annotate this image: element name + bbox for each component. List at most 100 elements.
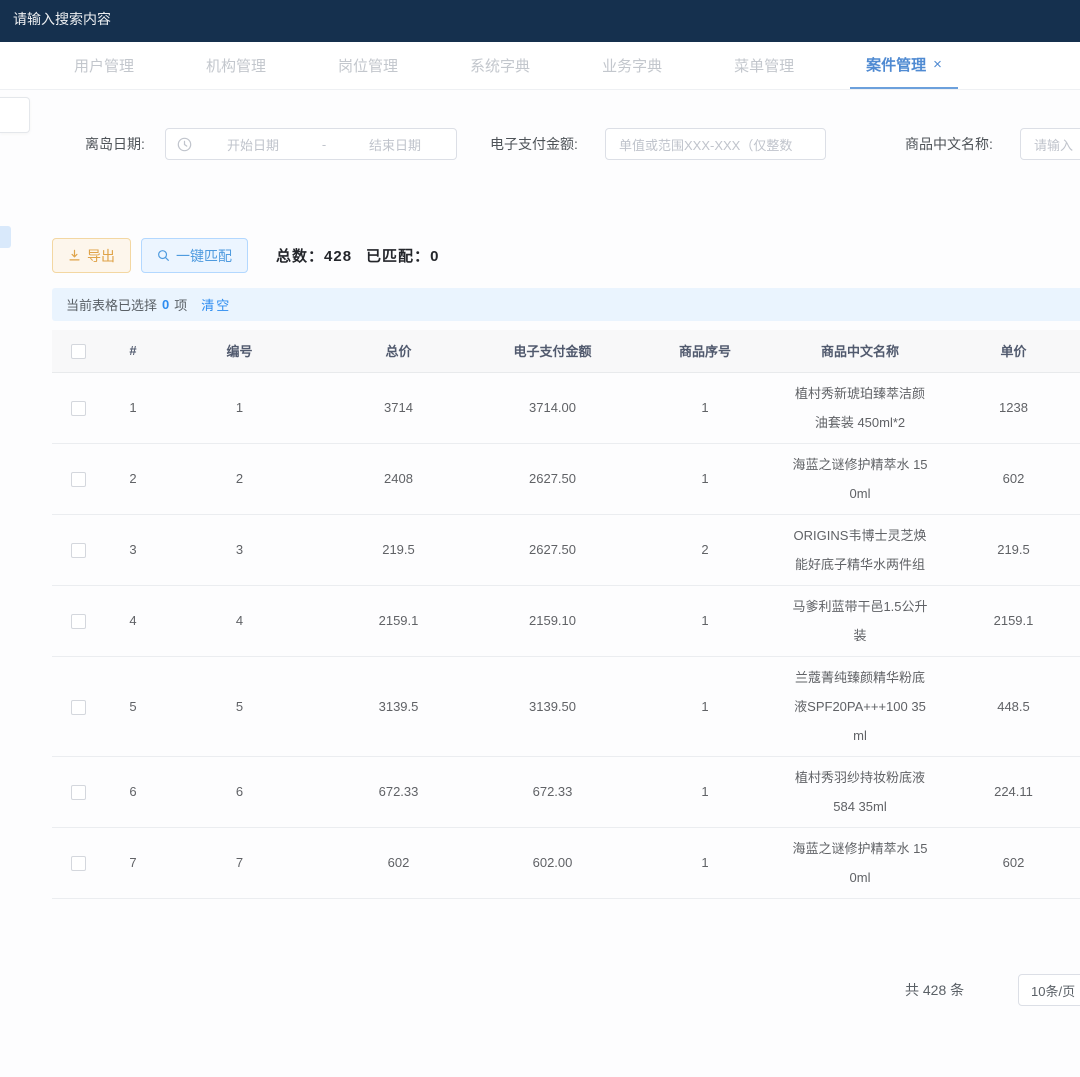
cell-unit: 2159.1 — [935, 585, 1080, 656]
column-header-6: 商品中文名称 — [785, 330, 935, 372]
tab-4[interactable]: 系统字典 — [454, 42, 546, 89]
export-button-label: 导出 — [87, 246, 115, 266]
tab-6[interactable]: 菜单管理 — [718, 42, 810, 89]
cell-index: 5 — [104, 656, 162, 756]
page-size-select[interactable]: 10条/页 — [1018, 974, 1080, 1006]
cell-name: 海蓝之谜修护精萃水 150ml — [785, 827, 935, 898]
cell-total: 2159.1 — [317, 585, 480, 656]
cell-code: 6 — [162, 756, 317, 827]
table-row: 33219.52627.502ORIGINS韦博士灵芝焕能好底子精华水两件组21… — [52, 514, 1080, 585]
cell-code: 4 — [162, 585, 317, 656]
column-header-5: 商品序号 — [625, 330, 785, 372]
cell-unit: 219.5 — [935, 514, 1080, 585]
filter-row: 离岛日期: 开始日期 - 结束日期 电子支付金额: 单值或范围XXX-XXX（仅… — [0, 127, 1080, 161]
start-date-placeholder[interactable]: 开始日期 — [192, 135, 314, 154]
tab-5[interactable]: 业务字典 — [586, 42, 678, 89]
tab-close-icon[interactable]: × — [933, 56, 942, 73]
cell-code: 8 — [162, 898, 317, 905]
table-row: 442159.12159.101马爹利蓝带干邑1.5公升装2159.1 — [52, 585, 1080, 656]
tab-label: 案件管理 — [866, 54, 926, 75]
tab-7[interactable]: 案件管理 × — [850, 42, 958, 89]
date-range-input[interactable]: 开始日期 - 结束日期 — [165, 128, 457, 160]
row-checkbox[interactable] — [71, 785, 86, 800]
tab-label: 机构管理 — [206, 55, 266, 76]
cell-name: 卡诗菁纯亮泽经典香氛 — [785, 898, 935, 905]
cell-total: 602 — [317, 827, 480, 898]
matched-label: 已匹配： — [366, 248, 430, 265]
row-checkbox[interactable] — [71, 700, 86, 715]
one-click-match-button[interactable]: 一键匹配 — [141, 238, 248, 273]
tab-label: 系统字典 — [470, 55, 530, 76]
totals-text: 总数：428已匹配：0 — [276, 245, 439, 266]
global-search-input[interactable]: 请输入搜索内容 — [13, 9, 111, 29]
cell-epay: 2627.50 — [480, 443, 625, 514]
row-checkbox[interactable] — [71, 543, 86, 558]
table-row: 66672.33672.331植村秀羽纱持妆粉底液 584 35ml224.11 — [52, 756, 1080, 827]
tab-1[interactable]: 用户管理 — [58, 42, 150, 89]
date-separator: - — [314, 137, 334, 152]
search-icon — [157, 249, 170, 262]
selection-prefix: 当前表格已选择 — [66, 295, 157, 314]
select-all-checkbox[interactable] — [71, 344, 86, 359]
cell-code: 7 — [162, 827, 317, 898]
cell-index: 7 — [104, 827, 162, 898]
epay-amount-input[interactable]: 单值或范围XXX-XXX（仅整数 — [605, 128, 826, 160]
page: 请输入搜索内容 用户管理 机构管理 岗位管理 系统字典 业务字典 菜单管理 案件管理 × 离岛… — [0, 0, 1080, 1077]
tab-label: 用户管理 — [74, 55, 134, 76]
toolbar: 导出 一键匹配 总数：428已匹配：0 — [52, 238, 439, 273]
matched-value: 0 — [430, 248, 439, 265]
row-checkbox[interactable] — [71, 401, 86, 416]
end-date-placeholder[interactable]: 结束日期 — [334, 135, 456, 154]
product-name-input[interactable]: 请输入 — [1020, 128, 1080, 160]
cell-unit: 473.36 — [935, 898, 1080, 905]
match-button-label: 一键匹配 — [176, 246, 232, 266]
epay-amount-label: 电子支付金额: — [490, 127, 578, 161]
pagination-total: 共 428 条 — [905, 980, 964, 1000]
column-header-2: 编号 — [162, 330, 317, 372]
selection-suffix: 项 — [174, 295, 187, 314]
cell-total: 219.5 — [317, 514, 480, 585]
cell-unit: 224.11 — [935, 756, 1080, 827]
cell-code: 3 — [162, 514, 317, 585]
selection-bar: 当前表格已选择 0 项 清空 — [52, 288, 1080, 321]
cell-index: 3 — [104, 514, 162, 585]
cell-seq: 1 — [625, 372, 785, 443]
cell-seq: 1 — [625, 898, 785, 905]
row-checkbox[interactable] — [71, 614, 86, 629]
left-button-fragment — [0, 226, 11, 248]
row-checkbox[interactable] — [71, 856, 86, 871]
cell-name: 植村秀新琥珀臻萃洁颜油套装 450ml*2 — [785, 372, 935, 443]
row-checkbox[interactable] — [71, 472, 86, 487]
cell-seq: 1 — [625, 827, 785, 898]
top-navbar: 请输入搜索内容 — [0, 0, 1080, 42]
table-row: 1137143714.001植村秀新琥珀臻萃洁颜油套装 450ml*21238 — [52, 372, 1080, 443]
total-value: 428 — [324, 248, 352, 265]
tab-3[interactable]: 岗位管理 — [322, 42, 414, 89]
cell-seq: 1 — [625, 585, 785, 656]
date-filter-label: 离岛日期: — [85, 127, 145, 161]
export-button[interactable]: 导出 — [52, 238, 131, 273]
clock-icon — [177, 137, 192, 152]
cell-seq: 1 — [625, 443, 785, 514]
table-header-row: #编号总价电子支付金额商品序号商品中文名称单价 — [52, 330, 1080, 372]
cell-total: 3714 — [317, 372, 480, 443]
cell-name: 植村秀羽纱持妆粉底液 584 35ml — [785, 756, 935, 827]
cell-name: 兰蔻菁纯臻颜精华粉底液SPF20PA+++100 35 ml — [785, 656, 935, 756]
tab-2[interactable]: 机构管理 — [190, 42, 282, 89]
cell-unit: 602 — [935, 443, 1080, 514]
cell-unit: 602 — [935, 827, 1080, 898]
cell-seq: 1 — [625, 756, 785, 827]
column-header-4: 电子支付金额 — [480, 330, 625, 372]
cell-unit: 448.5 — [935, 656, 1080, 756]
cell-epay: 3139.50 — [480, 656, 625, 756]
clear-selection-link[interactable]: 清空 — [201, 295, 231, 314]
cell-index: 2 — [104, 443, 162, 514]
cell-code: 5 — [162, 656, 317, 756]
column-header-1: # — [104, 330, 162, 372]
table-row: 553139.53139.501兰蔻菁纯臻颜精华粉底液SPF20PA+++100… — [52, 656, 1080, 756]
tab-label: 菜单管理 — [734, 55, 794, 76]
table-row: 881893.471893.471卡诗菁纯亮泽经典香氛473.36 — [52, 898, 1080, 905]
tab-bar: 用户管理 机构管理 岗位管理 系统字典 业务字典 菜单管理 案件管理 × — [0, 42, 1080, 90]
cell-index: 4 — [104, 585, 162, 656]
cell-total: 2408 — [317, 443, 480, 514]
